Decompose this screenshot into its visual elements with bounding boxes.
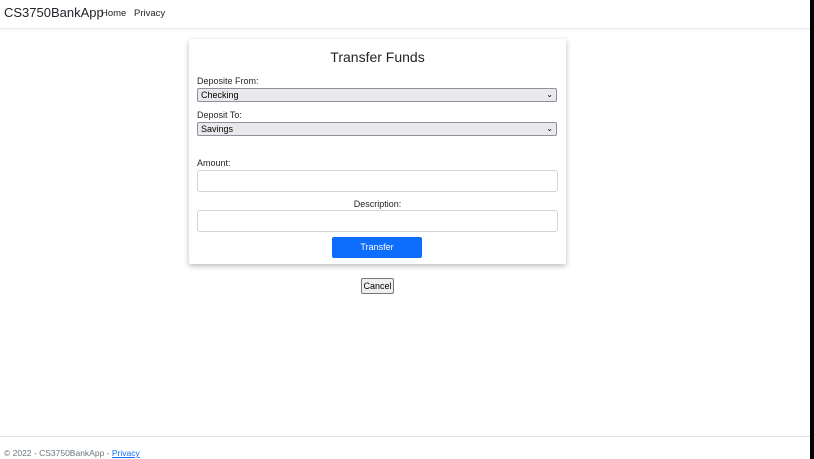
transfer-button[interactable]: Transfer	[332, 237, 422, 258]
to-select[interactable]: Savings ⌄	[197, 122, 557, 136]
page: CS3750BankApp Home Privacy Transfer Fund…	[0, 0, 810, 459]
to-select-value: Savings	[201, 124, 234, 134]
from-label: Deposite From:	[197, 76, 259, 86]
to-label: Deposit To:	[197, 110, 242, 120]
from-select[interactable]: Checking ⌄	[197, 88, 557, 102]
from-select-value: Checking	[201, 90, 239, 100]
description-label: Description:	[353, 199, 402, 209]
navbar: CS3750BankApp Home Privacy	[0, 0, 810, 29]
chevron-down-icon: ⌄	[546, 90, 553, 99]
brand-link[interactable]: CS3750BankApp	[4, 5, 104, 20]
description-input[interactable]	[197, 210, 558, 232]
transfer-card: Transfer Funds Deposite From: Checking ⌄…	[189, 39, 566, 264]
chevron-down-icon: ⌄	[546, 124, 553, 133]
footer: © 2022 - CS3750BankApp - Privacy	[0, 436, 810, 459]
nav-link-privacy[interactable]: Privacy	[134, 8, 165, 19]
window-edge	[810, 0, 814, 459]
footer-copyright: © 2022 - CS3750BankApp -	[4, 448, 112, 458]
page-title: Transfer Funds	[330, 49, 425, 65]
amount-label: Amount:	[197, 158, 231, 168]
cancel-button[interactable]: Cancel	[361, 278, 394, 294]
amount-input[interactable]	[197, 170, 558, 192]
footer-text: © 2022 - CS3750BankApp - Privacy	[4, 448, 140, 458]
nav-link-home[interactable]: Home	[101, 8, 126, 19]
footer-privacy-link[interactable]: Privacy	[112, 448, 140, 458]
